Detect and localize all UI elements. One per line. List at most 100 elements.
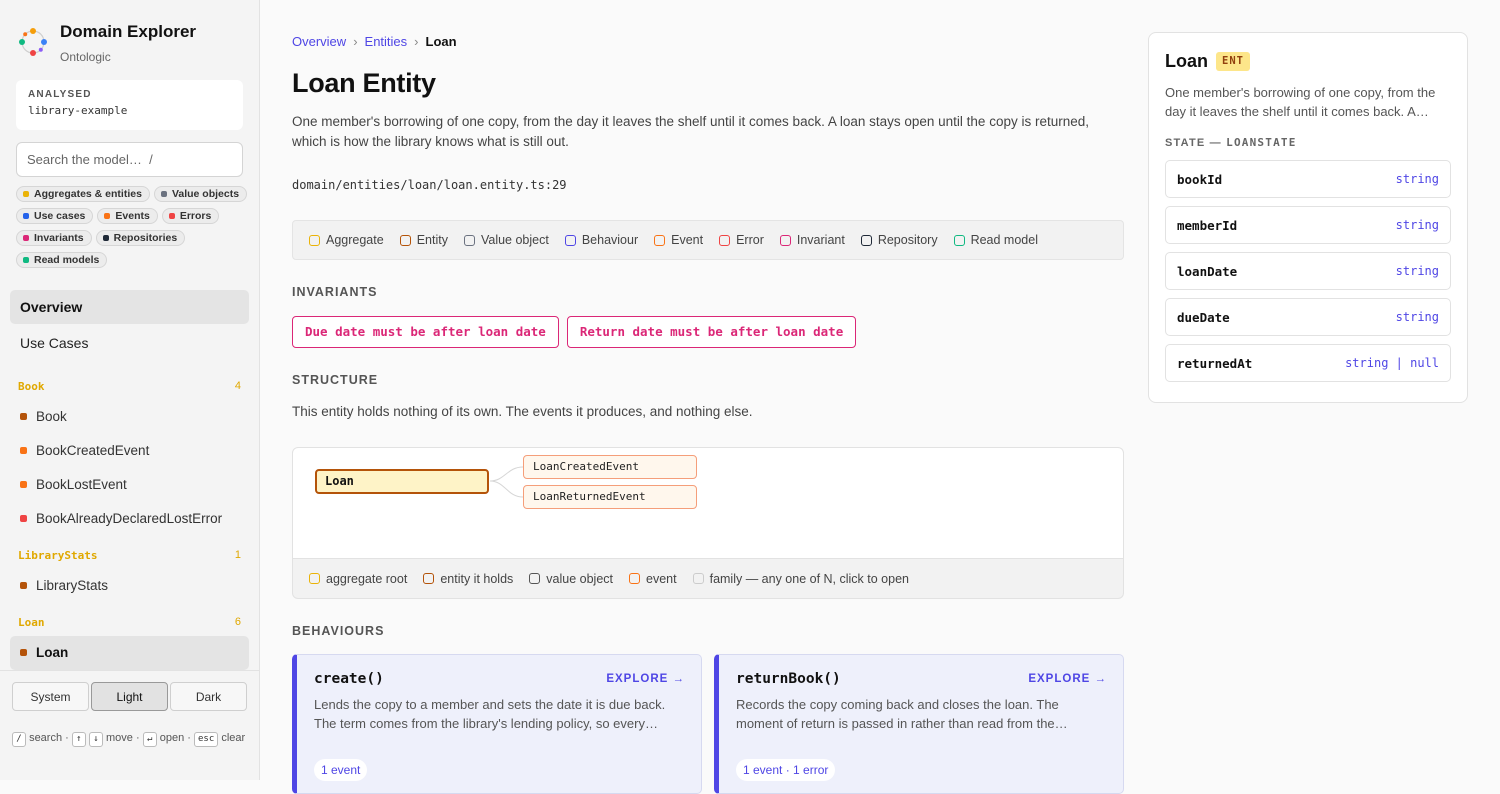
- explore-link[interactable]: EXPLORE →: [1028, 673, 1107, 685]
- legend-label: Behaviour: [581, 233, 639, 247]
- behaviour-card[interactable]: create() EXPLORE → Lends the copy to a m…: [292, 654, 702, 794]
- field-name: returnedAt: [1177, 355, 1253, 371]
- legend-behaviour: Behaviour: [564, 233, 639, 247]
- legend-swatch: [423, 573, 435, 584]
- breadcrumb-overview[interactable]: Overview: [292, 34, 346, 49]
- group-count: 6: [234, 616, 241, 628]
- filter-chip-repositories[interactable]: Repositories: [95, 230, 186, 246]
- legend-label: Read model: [970, 233, 1038, 247]
- legend-read-model: Read model: [953, 233, 1038, 247]
- nav-group-library-stats[interactable]: LibraryStats 1: [18, 549, 241, 562]
- panel-title: Loan: [1165, 51, 1208, 71]
- filter-chip-value-objects[interactable]: Value objects: [153, 186, 248, 202]
- filter-chip-aggregates[interactable]: Aggregates & entities: [16, 186, 150, 202]
- graph-legend-entity: entity it holds: [423, 572, 513, 586]
- legend-swatch: [719, 234, 731, 246]
- kbd-up: ↑: [71, 732, 86, 747]
- legend-repository: Repository: [860, 233, 938, 247]
- graph-edges: [489, 466, 524, 498]
- search-input[interactable]: [16, 142, 243, 177]
- state-field: loanDate string: [1165, 252, 1451, 290]
- legend-swatch: [564, 234, 576, 246]
- chip-label: Value objects: [171, 188, 240, 200]
- theme-light-button[interactable]: Light: [91, 682, 168, 711]
- legend-aggregate: Aggregate: [309, 233, 384, 247]
- nav-item-loan[interactable]: Loan: [10, 636, 249, 670]
- sidebar-footer: System Light Dark / search · ↑ ↓ move · …: [0, 670, 259, 780]
- breadcrumb-separator: ›: [353, 34, 358, 49]
- chip-dot: [23, 235, 29, 241]
- chip-label: Aggregates & entities: [34, 188, 142, 200]
- legend-invariant: Invariant: [779, 233, 845, 247]
- details-panel: Loan ENT One member's borrowing of one c…: [1148, 32, 1468, 403]
- behaviour-name: returnBook(): [736, 671, 841, 687]
- kind-marker: [20, 582, 27, 589]
- nav-item-label: Loan: [36, 645, 69, 660]
- filter-chip-read-models[interactable]: Read models: [16, 252, 108, 268]
- nav-item-label: Book: [36, 409, 67, 424]
- invariant-badge[interactable]: Return date must be after loan date: [566, 316, 857, 348]
- nav-item-label: BookLostEvent: [36, 477, 127, 492]
- page-description: One member's borrowing of one copy, from…: [292, 114, 1089, 149]
- filter-chip-invariants[interactable]: Invariants: [16, 230, 92, 246]
- legend-label: Aggregate: [326, 233, 384, 247]
- filter-chip-use-cases[interactable]: Use cases: [16, 208, 94, 224]
- hint-clear: clear: [221, 732, 246, 744]
- legend-label: Repository: [877, 233, 938, 247]
- behaviour-summary-pill: 1 event · 1 error: [736, 759, 836, 781]
- legend-label: entity it holds: [440, 571, 514, 586]
- legend-swatch: [860, 234, 872, 246]
- chip-dot: [160, 191, 167, 197]
- breadcrumb-separator: ›: [414, 34, 419, 49]
- field-type: string: [1395, 310, 1439, 324]
- hint-open: open ·: [159, 732, 191, 744]
- field-name: loanDate: [1177, 263, 1238, 279]
- behaviour-description: Records the copy coming back and closes …: [736, 697, 1068, 731]
- breadcrumb-entities[interactable]: Entities: [365, 34, 408, 49]
- chip-label: Errors: [179, 210, 212, 222]
- explore-link[interactable]: EXPLORE →: [606, 673, 685, 685]
- kbd-slash: /: [12, 732, 26, 747]
- nav-item-book-created-event[interactable]: BookCreatedEvent: [10, 434, 249, 468]
- theme-dark-button[interactable]: Dark: [170, 682, 247, 711]
- group-count: 1: [234, 549, 241, 561]
- chip-dot: [102, 235, 109, 241]
- graph-node-event[interactable]: LoanCreatedEvent: [523, 455, 697, 479]
- brand: Domain Explorer Ontologic: [18, 22, 196, 64]
- kbd-esc: esc: [194, 732, 219, 747]
- kind-marker: [20, 447, 27, 454]
- nav-item-library-stats[interactable]: LibraryStats: [10, 569, 249, 603]
- invariant-badge[interactable]: Due date must be after loan date: [292, 316, 559, 348]
- nav-group-loan[interactable]: Loan 6: [18, 616, 241, 629]
- nav-item-book-lost-event[interactable]: BookLostEvent: [10, 468, 249, 502]
- nav-item-book-already-declared-lost-error[interactable]: BookAlreadyDeclaredLostError: [10, 502, 249, 536]
- legend-label: aggregate root: [326, 571, 408, 586]
- nav-item-book[interactable]: Book: [10, 400, 249, 434]
- graph-legend: aggregate root entity it holds value obj…: [292, 559, 1124, 599]
- graph-legend-event: event: [629, 572, 677, 586]
- behaviour-card[interactable]: returnBook() EXPLORE → Records the copy …: [714, 654, 1124, 794]
- field-name: bookId: [1177, 171, 1223, 187]
- legend-entity: Entity: [399, 233, 448, 247]
- invariants-heading: INVARIANTS: [292, 285, 378, 299]
- field-type: string: [1395, 264, 1439, 278]
- graph-legend-aggregate-root: aggregate root: [309, 572, 407, 586]
- sidebar: Domain Explorer Ontologic ANALYSED libra…: [0, 0, 260, 780]
- behaviours-heading: BEHAVIOURS: [292, 624, 385, 638]
- nav-item-label: LibraryStats: [36, 578, 109, 593]
- kind-marker: [20, 413, 27, 420]
- legend-label: family — any one of N, click to open: [709, 571, 909, 586]
- nav-item-label: BookAlreadyDeclaredLostError: [36, 511, 223, 526]
- filter-chip-events[interactable]: Events: [97, 208, 158, 224]
- theme-system-button[interactable]: System: [12, 682, 89, 711]
- source-path[interactable]: domain/entities/loan/loan.entity.ts:29: [292, 178, 567, 192]
- legend-label: Error: [736, 233, 764, 247]
- filter-chip-errors[interactable]: Errors: [161, 208, 220, 224]
- nav-use-cases[interactable]: Use Cases: [10, 326, 249, 360]
- field-type: string: [1395, 218, 1439, 232]
- graph-node-event[interactable]: LoanReturnedEvent: [523, 485, 697, 509]
- legend-swatch: [399, 234, 411, 246]
- graph-node-root[interactable]: Loan: [315, 469, 489, 494]
- nav-group-book[interactable]: Book 4: [18, 380, 241, 393]
- nav-overview[interactable]: Overview: [10, 290, 249, 324]
